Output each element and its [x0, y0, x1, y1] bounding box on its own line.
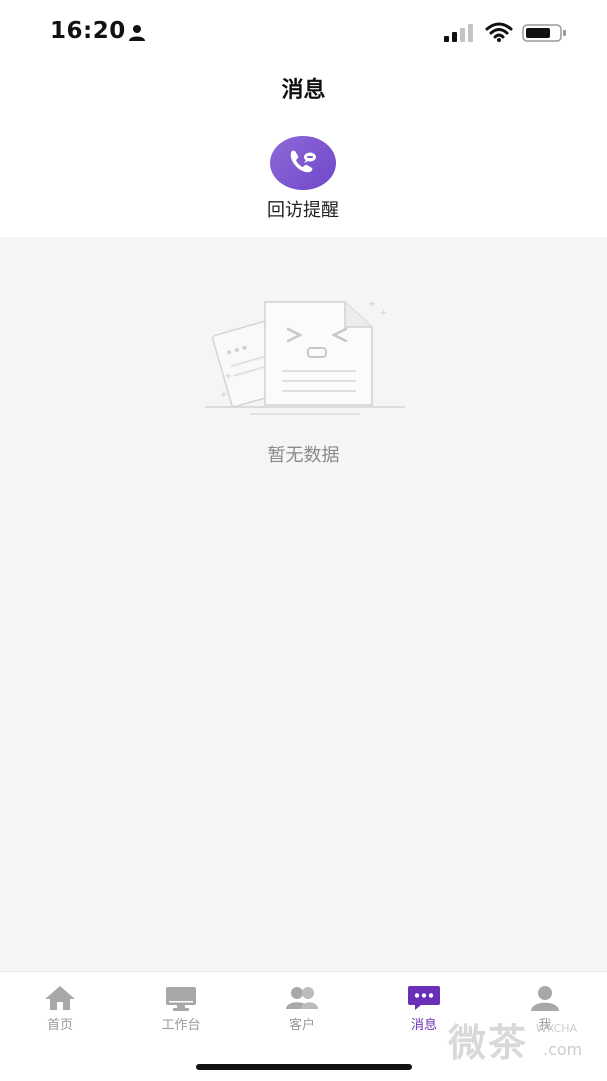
tab-workbench-label: 工作台 [161, 1018, 201, 1033]
tab-customers-label: 客户 [288, 1018, 315, 1033]
monitor-icon [166, 987, 196, 1011]
battery-icon [522, 24, 566, 42]
tab-workbench[interactable]: 工作台 [121, 984, 241, 1033]
svg-text:+: + [380, 308, 387, 317]
svg-text:+: + [368, 299, 376, 310]
person-icon [129, 25, 145, 41]
svg-text:+: + [220, 390, 228, 400]
cellular-signal-icon [444, 24, 473, 42]
wifi-icon [485, 22, 513, 42]
status-bar: 16:20 [0, 0, 607, 66]
watermark: 微茶 [448, 1021, 529, 1065]
home-icon [45, 986, 75, 1010]
tab-home-label: 首页 [46, 1018, 73, 1033]
page-title: 消息 [281, 78, 326, 103]
callback-reminder-button[interactable]: 回访提醒 [243, 136, 363, 221]
watermark-brand: WXCHA [536, 1022, 578, 1035]
svg-text:+: + [224, 371, 232, 382]
phone-callback-icon [270, 136, 336, 190]
profile-icon [531, 986, 559, 1011]
home-indicator[interactable] [196, 1064, 412, 1070]
empty-document-icon: + + + + [205, 299, 405, 415]
customers-icon [286, 987, 318, 1009]
status-time: 16:20 [50, 18, 126, 44]
watermark-suffix: .com [543, 1040, 583, 1059]
tab-home[interactable]: 首页 [0, 984, 120, 1033]
callback-reminder-label: 回访提醒 [267, 200, 339, 221]
chat-icon [408, 986, 440, 1010]
message-list: + + + + 暂无数据 [0, 237, 607, 971]
empty-state-text: 暂无数据 [267, 445, 340, 466]
tab-customers[interactable]: 客户 [242, 984, 362, 1033]
